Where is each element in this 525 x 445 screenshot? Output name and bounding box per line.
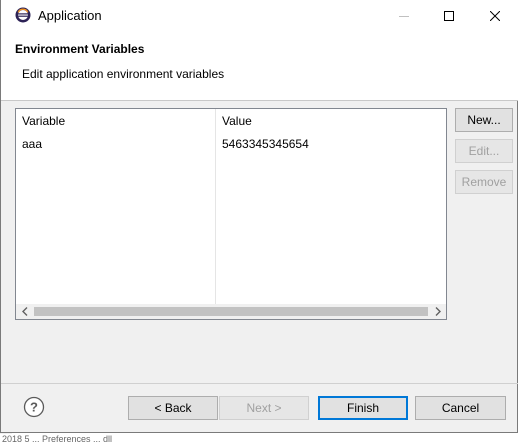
next-button[interactable]: Next > (219, 396, 309, 420)
table-row-variable[interactable]: aaa (22, 137, 42, 151)
horizontal-scrollbar[interactable] (16, 304, 446, 319)
maximize-icon (444, 10, 454, 21)
window-title: Application (38, 8, 102, 23)
help-icon: ? (23, 396, 45, 418)
remove-button[interactable]: Remove (455, 170, 513, 194)
background-status-text: 2018 5 ... Preferences ... dll (0, 434, 525, 445)
column-divider[interactable] (215, 109, 216, 305)
new-button[interactable]: New... (455, 108, 513, 132)
column-header-value[interactable]: Value (222, 114, 252, 128)
page-title: Environment Variables (15, 42, 145, 56)
footer-separator (1, 383, 518, 384)
column-header-variable[interactable]: Variable (22, 114, 65, 128)
scrollbar-thumb[interactable] (34, 307, 428, 316)
minimize-button[interactable] (381, 0, 427, 31)
scroll-left-button[interactable] (16, 304, 33, 319)
page-description: Edit application environment variables (22, 67, 225, 81)
eclipse-app-icon (15, 7, 31, 23)
chevron-right-icon (435, 307, 441, 316)
back-button[interactable]: < Back (128, 396, 218, 420)
maximize-button[interactable] (426, 0, 472, 31)
finish-button[interactable]: Finish (318, 396, 408, 420)
minimize-icon (399, 15, 409, 17)
dialog-header: Environment Variables Edit application e… (1, 31, 518, 101)
table-row-value[interactable]: 5463345345654 (222, 137, 309, 151)
scroll-right-button[interactable] (429, 304, 446, 319)
chevron-left-icon (21, 307, 27, 316)
edit-button[interactable]: Edit... (455, 139, 513, 163)
help-button[interactable]: ? (23, 396, 45, 418)
close-icon (490, 10, 500, 21)
svg-text:?: ? (30, 400, 38, 415)
environment-variables-table[interactable]: Variable Value aaa 5463345345654 (15, 108, 447, 320)
title-bar[interactable]: Application (1, 0, 518, 31)
close-button[interactable] (472, 0, 518, 31)
cancel-button[interactable]: Cancel (415, 396, 506, 420)
application-dialog: Application Environment Variables Edit a… (0, 0, 518, 433)
